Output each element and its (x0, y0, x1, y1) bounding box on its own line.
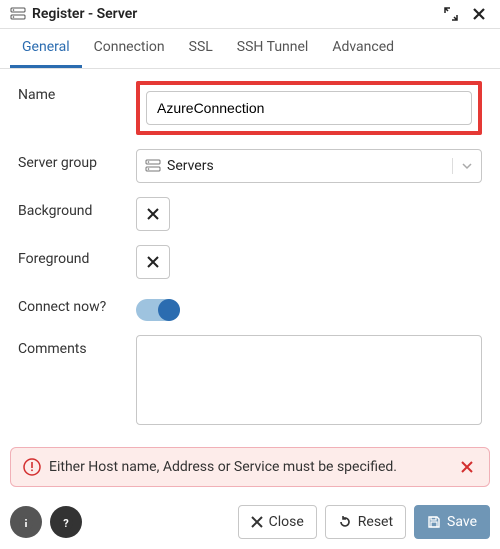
expand-icon[interactable] (440, 6, 462, 22)
tab-advanced[interactable]: Advanced (320, 29, 406, 68)
close-button-label: Close (269, 514, 304, 530)
servergroup-select[interactable]: Servers (136, 149, 482, 183)
name-field-highlight (136, 81, 482, 135)
foreground-clear-button[interactable] (136, 245, 170, 279)
background-label: Background (18, 197, 128, 219)
close-button[interactable]: Close (238, 505, 317, 539)
tab-ssl[interactable]: SSL (177, 29, 225, 68)
title-bar: Register - Server (0, 0, 500, 29)
error-icon (23, 458, 41, 476)
close-icon (251, 514, 263, 530)
reset-button[interactable]: Reset (325, 505, 406, 539)
window-title: Register - Server (32, 6, 434, 22)
reset-button-label: Reset (358, 514, 393, 530)
error-close-button[interactable] (457, 459, 477, 475)
form-area: Name Server group Servers Background (0, 69, 500, 439)
info-icon (18, 513, 34, 532)
background-clear-button[interactable] (136, 197, 170, 231)
server-icon (10, 6, 26, 22)
tab-ssh-tunnel[interactable]: SSH Tunnel (225, 29, 321, 68)
error-message: Either Host name, Address or Service mus… (49, 459, 397, 475)
comments-label: Comments (18, 335, 128, 357)
svg-text:?: ? (63, 517, 69, 530)
reset-icon (338, 514, 352, 530)
servergroup-label: Server group (18, 149, 128, 171)
chevron-down-icon (452, 158, 473, 174)
connectnow-label: Connect now? (18, 293, 128, 315)
close-icon (147, 208, 159, 220)
save-button[interactable]: Save (414, 505, 490, 539)
close-icon[interactable] (468, 6, 490, 22)
info-button[interactable] (10, 506, 42, 538)
server-icon (145, 158, 161, 174)
foreground-label: Foreground (18, 245, 128, 267)
save-button-label: Save (447, 514, 477, 530)
help-icon: ? (58, 513, 74, 532)
help-button[interactable]: ? (50, 506, 82, 538)
footer-bar: ? Close Reset Save (0, 495, 500, 549)
name-label: Name (18, 81, 128, 103)
tab-bar: General Connection SSL SSH Tunnel Advanc… (0, 29, 500, 69)
tab-connection[interactable]: Connection (82, 29, 177, 68)
servergroup-value: Servers (167, 158, 446, 174)
comments-input[interactable] (136, 335, 482, 425)
toggle-knob (158, 299, 180, 321)
connectnow-toggle[interactable] (136, 299, 180, 321)
save-icon (427, 514, 441, 530)
close-icon (461, 461, 473, 473)
tab-general[interactable]: General (10, 29, 82, 68)
close-icon (147, 256, 159, 268)
name-input[interactable] (146, 91, 472, 125)
error-banner: Either Host name, Address or Service mus… (10, 447, 490, 487)
